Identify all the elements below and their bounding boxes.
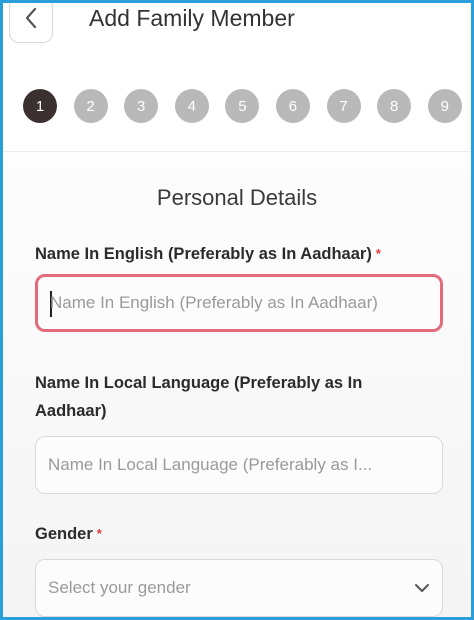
step-6[interactable]: 6 [275,89,310,123]
step-1[interactable]: 1 [23,89,57,123]
step-7[interactable]: 7 [326,89,361,123]
header: Add Family Member 1 2 3 4 5 6 7 8 9 [3,3,471,151]
name-english-label-text: Name In English (Preferably as In Aadhaa… [35,245,372,263]
gender-select-display[interactable] [48,560,428,616]
step-4[interactable]: 4 [174,89,209,123]
step-3[interactable]: 3 [124,89,159,123]
step-9[interactable]: 9 [427,89,462,123]
name-local-input[interactable] [48,437,428,493]
required-mark: * [96,526,102,541]
name-english-field[interactable] [35,274,443,332]
chevron-left-icon [24,7,38,34]
name-local-label: Name In Local Language (Preferably as In… [35,369,362,425]
chevron-down-icon [414,580,430,598]
gender-label-text: Gender [35,525,93,543]
name-local-field[interactable] [35,436,443,494]
step-8[interactable]: 8 [377,89,412,123]
page-title: Add Family Member [89,5,295,31]
name-local-label-line2: Aadhaar) [35,402,107,420]
name-english-label: Name In English (Preferably as In Aadhaa… [35,240,381,268]
back-button[interactable] [9,3,53,43]
name-local-label-line1: Name In Local Language (Preferably as In [35,374,363,392]
section-title: Personal Details [156,185,318,210]
required-mark: * [375,246,381,261]
step-5[interactable]: 5 [225,89,260,123]
step-indicator: 1 2 3 4 5 6 7 8 9 [23,89,463,123]
gender-label: Gender * [35,520,102,548]
app-frame: Add Family Member 1 2 3 4 5 6 7 8 9 Pers… [0,0,474,620]
gender-select[interactable] [35,559,443,617]
name-english-input[interactable] [50,277,430,329]
step-2[interactable]: 2 [73,89,108,123]
